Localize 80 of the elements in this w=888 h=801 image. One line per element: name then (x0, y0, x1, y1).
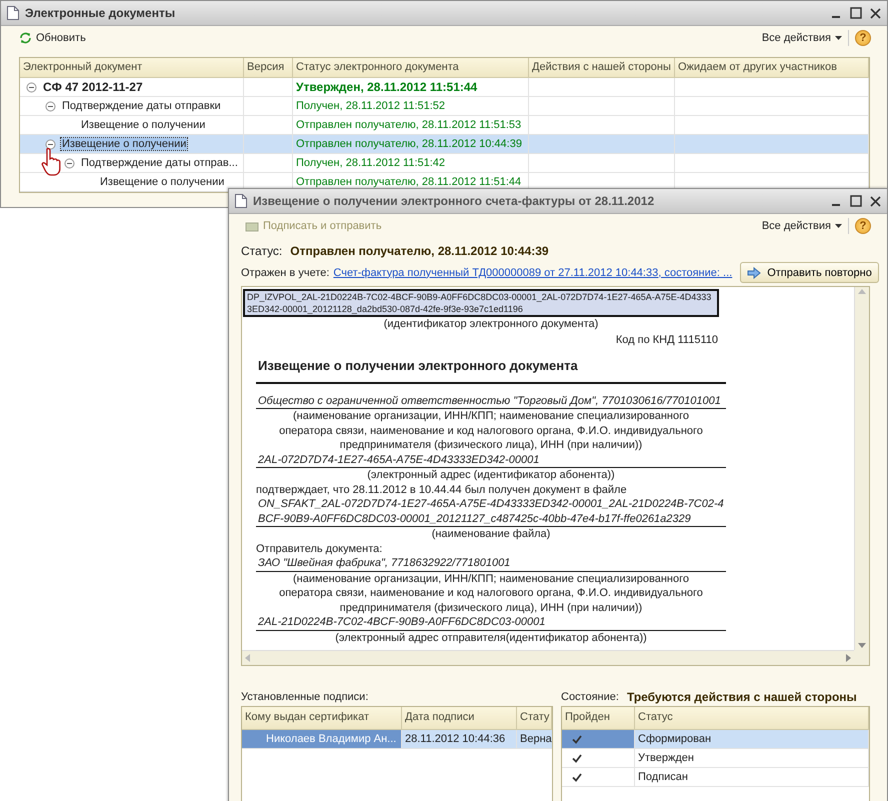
field-caption: (идентификатор электронного документа) (382, 317, 600, 332)
document-text: Отправитель документа: (256, 542, 384, 556)
table-cell: Подписан (638, 771, 688, 783)
refresh-button[interactable]: Обновить (19, 32, 86, 44)
maximize-icon[interactable] (850, 7, 862, 19)
window-title: Электронные документы (25, 6, 176, 20)
caret-icon (835, 224, 842, 228)
column-header[interactable]: Кому выдан сертификат (242, 707, 402, 730)
scroll-right-icon[interactable] (846, 654, 851, 662)
status-value: Отправлен получателю, 28.11.2012 10:44:39 (290, 244, 549, 258)
field-value: ЗАО "Швейная фабрика", 7718632922/771801001 (256, 556, 726, 572)
horizontal-scrollbar[interactable] (242, 650, 854, 665)
document-title: Извещение о получении электронного документа (258, 358, 578, 372)
field-value: 2AL-21D0224B-7C02-4BCF-90B9-A0FF6DC8DC03-00001 (256, 615, 726, 630)
window-title: Извещение о получении электронного счета-фактуры от 28.11.2012 (253, 194, 656, 208)
status-label: Статус: (241, 244, 282, 258)
maximize-icon[interactable] (850, 195, 862, 207)
column-header[interactable]: Пройден (562, 707, 635, 730)
state-row[interactable]: Подписан (562, 768, 869, 787)
status-text: Получен, 28.11.2012 11:51:42 (296, 157, 446, 169)
status-text: Отправлен получателю, 28.11.2012 10:44:39 (296, 138, 522, 150)
table-cell: Верна (520, 733, 552, 745)
table-cell: Утвержден (638, 752, 694, 764)
help-button[interactable]: ? (855, 218, 871, 234)
all-actions-button[interactable]: Все действия (762, 32, 842, 44)
state-label: Состояние: (561, 691, 619, 703)
column-header[interactable]: Ожидаем от других участников (675, 58, 869, 78)
scroll-down-icon[interactable] (858, 643, 866, 648)
table-cell: 28.11.2012 10:44:36 (405, 733, 506, 745)
vertical-scrollbar[interactable] (854, 287, 869, 650)
accounting-link[interactable]: Счет-фактура полученный ТД000000089 от 27.11.2012 10:44:33, состояние: ... (333, 266, 732, 278)
column-header[interactable]: Электронный документ (20, 58, 244, 78)
form-code: Код по КНД 1115110 (614, 332, 719, 348)
refresh-icon (19, 32, 32, 44)
column-header[interactable]: Стату (517, 707, 552, 730)
document-icon (235, 194, 247, 208)
status-text: Отправлен получателю, 28.11.2012 11:51:53 (296, 119, 522, 131)
tree-item[interactable]: Подтверждение даты отправ... (80, 157, 239, 169)
column-header[interactable]: Статус (635, 707, 869, 730)
hand-cursor-icon (41, 147, 63, 177)
arrow-right-icon (747, 266, 762, 278)
table-cell: Сформирован (638, 733, 712, 745)
resend-button[interactable]: Отправить повторно (740, 262, 879, 283)
close-icon[interactable] (870, 196, 881, 206)
collapse-icon[interactable] (26, 82, 37, 92)
tree-item[interactable]: Подтверждение даты отправки (61, 100, 222, 112)
field-value: 2AL-072D7D74-1E27-465A-A75E-4D43333ED342-00001 (256, 452, 726, 468)
column-header[interactable]: Статус электронного документа (293, 58, 529, 78)
tree-item[interactable]: Извещение о получении (99, 176, 226, 188)
field-caption: (электронный адрес (идентификатор абонента)) (366, 468, 616, 482)
column-header[interactable]: Версия (244, 58, 293, 78)
field-caption: (наименование файла) (430, 527, 552, 542)
table-cell: Николаев Владимир Ан... (266, 733, 396, 745)
tree-item[interactable]: Извещение о получении (61, 138, 188, 150)
document-icon (7, 6, 19, 20)
collapse-icon[interactable] (45, 100, 56, 112)
field-caption: (наименование организации, ИНН/КПП; наименование специализированного оператора связи, наименование и код налогового органа, Ф.И.О. индивидуального предпринимателя (физического лица), ИНН (при наличии)) (278, 572, 704, 615)
status-text: Получен, 28.11.2012 11:51:52 (296, 100, 446, 112)
close-icon[interactable] (870, 8, 881, 18)
signatures-label: Установленные подписи: (241, 691, 368, 703)
column-header[interactable]: Дата подписи (402, 707, 517, 730)
field-caption: (электронный адрес отправителя(идентификатор абонента)) (334, 630, 648, 645)
tree-item[interactable]: Извещение о получении (80, 119, 206, 131)
field-caption: (наименование организации, ИНН/КПП; наименование специализированного оператора связи, наименование и код налогового органа, Ф.И.О. индивидуального предпринимателя (физического лица), ИНН (при наличии)) (278, 409, 704, 452)
field-value: ON_SFAKT_2AL-072D7D74-1E27-465A-A75E-4D43333ED342-00001_2AL-21D0224B-7C02-4BCF-90B9-A0FF6DC8DC03-00001_20121127_c487425c-40bb-47e4-b17f-ffe0261a2329 (256, 497, 726, 527)
document-text: подтверждает, что 28.11.2012 в 10.44.44 был получен документ в файле (256, 482, 628, 497)
reflected-label: Отражен в учете: (241, 266, 330, 278)
collapse-icon[interactable] (64, 158, 75, 168)
state-value: Требуются действия с нашей стороны (626, 690, 857, 704)
status-text: Отправлен получателю, 28.11.2012 11:51:44 (296, 176, 522, 188)
column-header[interactable]: Действия с нашей стороны (529, 58, 675, 78)
collapse-icon[interactable] (45, 138, 56, 150)
caret-icon (835, 36, 842, 40)
tree-item[interactable]: СФ 47 2012-11-27 (42, 80, 144, 94)
status-text: Утвержден, 28.11.2012 11:51:44 (296, 80, 478, 94)
field-value: Общество с ограниченной ответственностью "Торговый Дом", 7701030616/770101001 (256, 394, 726, 409)
help-button[interactable]: ? (855, 30, 871, 46)
document-id: DP_IZVPOL_2AL-21D0224B-7C02-4BCF-90B9-A0FF6DC8DC03-00001_2AL-072D7D74-1E27-465A-A75E-4D43333ED342-00001_20121128_da2bd530-087d-42fe-9f3e-93e7c1ed1196 (243, 289, 719, 317)
state-row[interactable]: Утвержден (562, 749, 869, 768)
all-actions-button[interactable]: Все действия (762, 220, 842, 232)
